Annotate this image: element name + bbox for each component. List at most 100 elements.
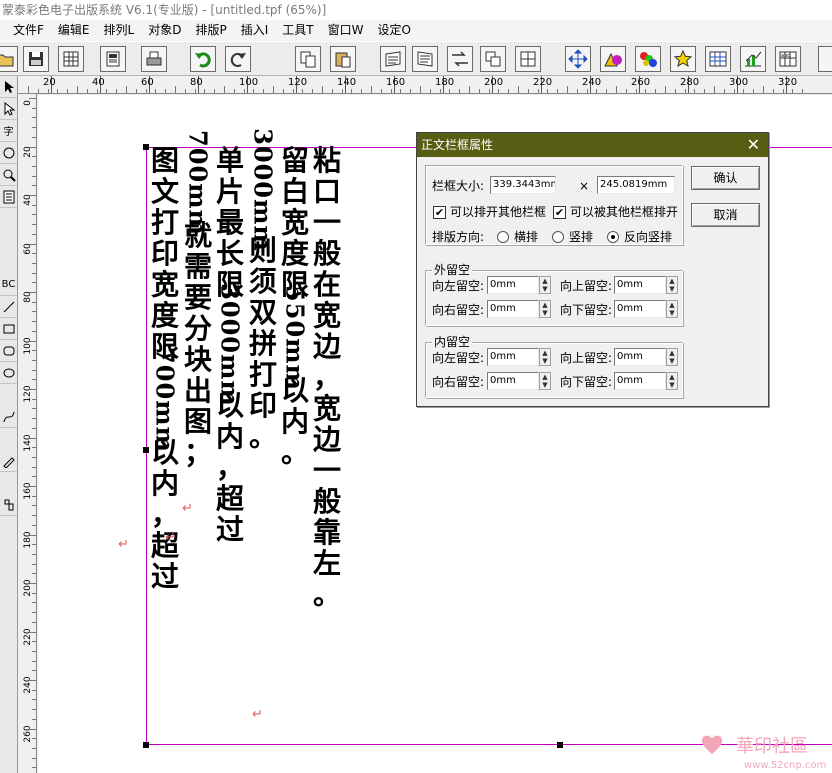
inner-top-label: 向上留空: [560, 351, 613, 365]
outer-bottom-field[interactable]: 0mm [614, 300, 666, 318]
undo-icon[interactable] [190, 46, 216, 72]
push-others-checkbox[interactable]: ✔ [433, 206, 446, 219]
ellipse-tool-icon[interactable] [0, 142, 17, 164]
vertical-radio[interactable] [552, 231, 564, 243]
menu-file[interactable]: 文件F [6, 20, 51, 41]
ruler-minor-tick [665, 86, 666, 93]
inner-left-spinner[interactable]: ▲ ▼ [539, 348, 551, 366]
inner-right-field[interactable]: 0mm [487, 372, 539, 390]
text-number: 700mm [150, 346, 180, 453]
menu-arrange[interactable]: 排列L [97, 20, 142, 41]
text-char: 宽 [150, 268, 179, 301]
outer-bottom-spinner[interactable]: ▲ ▼ [666, 300, 678, 318]
line-tool-icon[interactable] [0, 296, 17, 318]
inner-bottom-spinner[interactable]: ▲ ▼ [666, 372, 678, 390]
ruler-minor-tick [32, 738, 36, 740]
menu-typeset[interactable]: 排版P [188, 20, 233, 41]
inner-top-spinner[interactable]: ▲ ▼ [666, 348, 678, 366]
frame-unlink-icon[interactable] [412, 46, 438, 72]
select-tool-icon[interactable] [0, 98, 17, 120]
ruler-label: 280 [680, 77, 700, 88]
frame-link-icon[interactable] [380, 46, 406, 72]
pen-tool-icon[interactable] [0, 450, 17, 472]
outer-right-spinner[interactable]: ▲ ▼ [539, 300, 551, 318]
outer-left-spinner[interactable]: ▲ ▼ [539, 276, 551, 294]
label-tool-icon[interactable]: BC [0, 274, 17, 296]
layout-icon[interactable] [100, 46, 126, 72]
outer-top-spinner[interactable]: ▲ ▼ [666, 276, 678, 294]
rect-tool-icon[interactable] [0, 318, 17, 340]
frame-handle[interactable] [557, 742, 563, 748]
cancel-button[interactable]: 取消 [691, 203, 760, 227]
outer-left-field[interactable]: 0mm [487, 276, 539, 294]
ruler-minor-tick [32, 524, 36, 526]
table-tool-icon[interactable] [0, 494, 17, 516]
pushed-by-others-checkbox[interactable]: ✔ [553, 206, 566, 219]
ruler-label: 60 [141, 77, 154, 88]
ruler-label: 240 [23, 676, 33, 694]
menu-insert[interactable]: 插入I [234, 20, 276, 41]
frame-handle[interactable] [143, 742, 149, 748]
text-char: 片 [215, 175, 244, 208]
menu-settings[interactable]: 设定O [370, 20, 417, 41]
text-char: 要 [183, 281, 212, 314]
extra-icon[interactable] [818, 46, 832, 72]
open-icon[interactable] [0, 46, 18, 72]
table-icon[interactable] [705, 46, 731, 72]
paste-icon[interactable] [330, 46, 356, 72]
inner-top-field[interactable]: 0mm [614, 348, 666, 366]
save-icon[interactable] [23, 46, 49, 72]
horizontal-radio[interactable] [497, 231, 509, 243]
group-icon[interactable] [480, 46, 506, 72]
text-char: 。 [280, 436, 309, 469]
star-icon[interactable] [670, 46, 696, 72]
ungroup-icon[interactable] [515, 46, 541, 72]
ruler-label: 200 [484, 77, 504, 88]
ruler-minor-tick [32, 466, 36, 468]
horizontal-ruler[interactable]: 20 40 60 80 100 120 140 160 180 200 220 240 260 280 30… [18, 76, 832, 94]
ok-button[interactable]: 确认 [691, 166, 760, 190]
inner-right-spinner[interactable]: ▲ ▼ [539, 372, 551, 390]
arrange-icon[interactable] [447, 46, 473, 72]
dialog-titlebar[interactable]: 正文栏框属性 ✕ [417, 133, 768, 157]
outer-top-field[interactable]: 0mm [614, 276, 666, 294]
print-icon[interactable] [141, 46, 167, 72]
grid-icon[interactable] [58, 46, 84, 72]
ruler-minor-tick [32, 621, 36, 623]
ruler-minor-tick [32, 136, 36, 138]
inner-left-field[interactable]: 0mm [487, 348, 539, 366]
ruler-minor-tick [32, 311, 36, 313]
text-tool-icon[interactable]: 字 [0, 120, 17, 142]
vertical-ruler[interactable]: 0 20 40 60 80 100 120 140 160 180 200 220 240 260 [18, 94, 37, 773]
text-table-icon[interactable]: abc [775, 46, 801, 72]
align-icon[interactable] [565, 46, 591, 72]
color-icon[interactable] [635, 46, 661, 72]
outer-right-field[interactable]: 0mm [487, 300, 539, 318]
ruler-minor-tick [772, 89, 774, 93]
frame-height-field[interactable]: 245.0819mm [597, 176, 675, 194]
menu-object[interactable]: 对象D [141, 20, 188, 41]
shapes-icon[interactable] [600, 46, 626, 72]
chart-icon[interactable] [740, 46, 766, 72]
rounded-rect-tool-icon[interactable] [0, 340, 17, 362]
frame-width-field[interactable]: 339.3443mm [490, 176, 556, 194]
frame-tool-icon[interactable] [0, 186, 17, 208]
arrow-tool-icon[interactable] [0, 76, 17, 98]
ruler-label: 100 [23, 336, 33, 355]
copy-icon[interactable] [295, 46, 321, 72]
zoom-tool-icon[interactable] [0, 164, 17, 186]
ruler-label: 180 [23, 530, 33, 549]
inner-bottom-field[interactable]: 0mm [614, 372, 666, 390]
menu-window[interactable]: 窗口W [321, 20, 371, 41]
reverse-vertical-radio[interactable] [607, 231, 619, 243]
text-char: 单 [215, 144, 244, 177]
menu-tools[interactable]: 工具T [275, 20, 320, 41]
ruler-label: 140 [337, 77, 357, 88]
ruler-minor-tick [29, 680, 36, 681]
redo-icon[interactable] [225, 46, 251, 72]
close-icon[interactable]: ✕ [747, 133, 760, 157]
oval-tool-icon[interactable] [0, 362, 17, 384]
ruler-label: 40 [23, 194, 33, 206]
curve-tool-icon[interactable] [0, 406, 17, 428]
menu-edit[interactable]: 编辑E [51, 20, 97, 41]
